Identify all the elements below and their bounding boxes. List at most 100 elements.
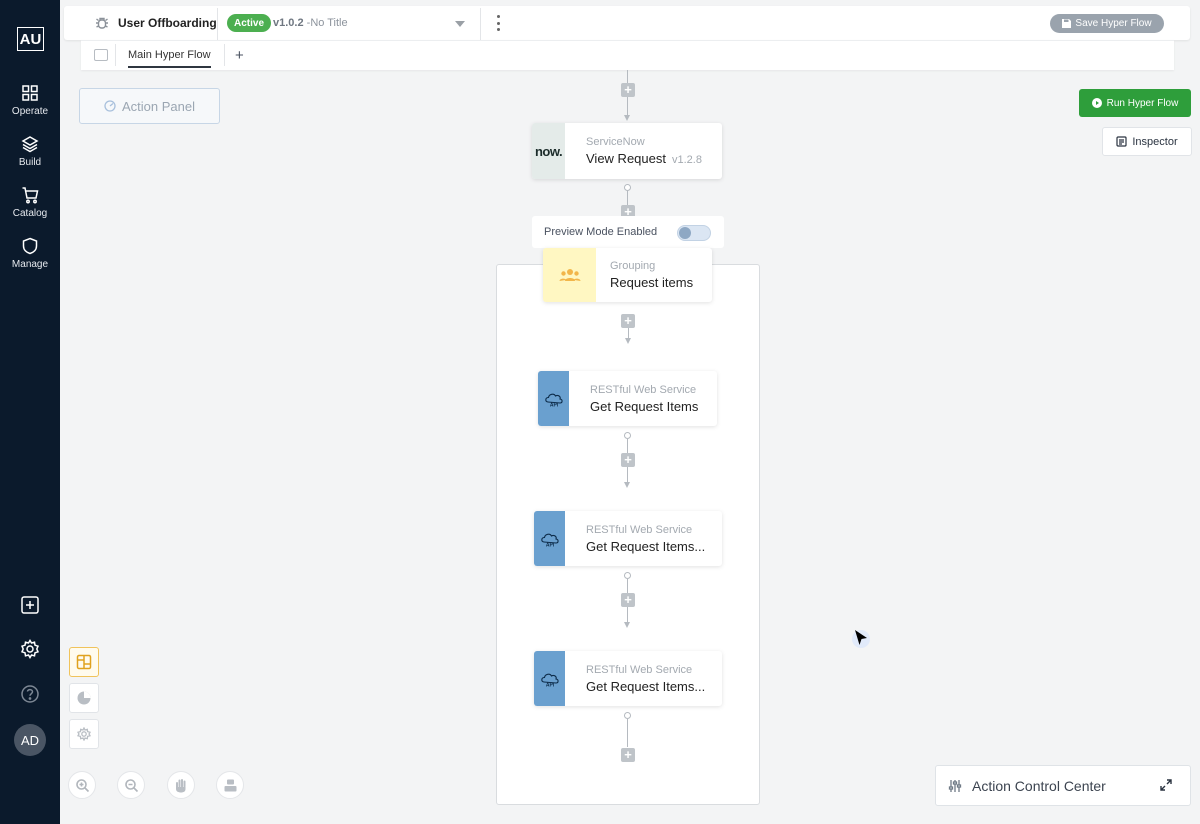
node-title: View Request v1.2.8 [586, 151, 702, 166]
help-icon[interactable] [19, 683, 41, 705]
divider [224, 44, 225, 66]
zoom-out-icon [124, 778, 138, 792]
sidebar-item-build[interactable]: Build [0, 135, 60, 179]
chevron-down-icon[interactable] [455, 21, 465, 27]
connector-line [627, 607, 628, 622]
layers-icon [21, 136, 39, 153]
connector-line [627, 719, 628, 747]
action-control-center-bar[interactable]: Action Control Center [935, 765, 1191, 806]
node-title: Get Request Items... [586, 678, 706, 694]
add-step-button[interactable]: + [621, 748, 635, 762]
zoom-out-button[interactable] [117, 771, 145, 799]
action-panel-label: Action Panel [122, 98, 195, 114]
connector-line [627, 467, 628, 482]
node-title: Get Request Items... [586, 538, 706, 554]
connector-line [627, 97, 628, 117]
flow-bug-icon [96, 17, 108, 29]
sidebar-item-catalog[interactable]: Catalog [0, 186, 60, 230]
app-logo[interactable]: AU [17, 27, 44, 51]
more-options-icon[interactable] [494, 15, 502, 31]
pan-hand-button[interactable] [167, 771, 195, 799]
node-servicenow-view-request[interactable]: now. ServiceNow View Request v1.2.8 [532, 123, 722, 179]
node-category: ServiceNow [586, 136, 645, 148]
connector-dot[interactable] [624, 572, 631, 579]
arrow-icon [625, 338, 631, 344]
node-category: RESTful Web Service [586, 523, 693, 536]
toggle-knob [679, 227, 691, 239]
node-rest-get-request-items-2[interactable]: API RESTful Web Service Get Request Item… [534, 511, 722, 566]
node-title: Get Request Items [590, 398, 699, 414]
connector-dot[interactable] [624, 712, 631, 719]
arrow-icon [624, 115, 630, 121]
connector-line [627, 439, 628, 453]
preview-mode-toggle[interactable] [677, 225, 711, 241]
run-hyper-flow-button[interactable]: Run Hyper Flow [1079, 89, 1191, 117]
servicenow-logo-icon: now. [532, 123, 565, 179]
connector-line [627, 579, 628, 593]
action-panel-button[interactable]: Action Panel [79, 88, 220, 124]
run-label: Run Hyper Flow [1106, 97, 1179, 109]
sidebar-item-label: Build [18, 157, 42, 168]
settings-gear-icon[interactable] [19, 638, 41, 660]
node-category: Grouping [610, 260, 656, 272]
group-people-icon [543, 248, 596, 302]
save-label: Save Hyper Flow [1075, 18, 1152, 29]
save-hyper-flow-button[interactable]: Save Hyper Flow [1050, 14, 1164, 33]
add-step-button[interactable]: + [621, 453, 635, 467]
gauge-icon [104, 100, 116, 112]
sidebar-item-operate[interactable]: Operate [0, 84, 60, 128]
node-category: RESTful Web Service [586, 663, 693, 676]
save-icon [1062, 19, 1072, 28]
add-step-button[interactable]: + [621, 593, 635, 607]
flow-name: User Offboarding [118, 16, 217, 30]
shield-icon [22, 237, 38, 255]
svg-text:API: API [545, 542, 554, 548]
sidebar-item-manage[interactable]: Manage [0, 237, 60, 281]
expand-icon[interactable] [1160, 779, 1172, 791]
canvas-settings-button[interactable] [69, 719, 99, 749]
sidebar-item-label: Operate [11, 106, 49, 117]
cart-icon [22, 187, 39, 204]
node-category: RESTful Web Service [590, 383, 697, 396]
connector-dot[interactable] [624, 184, 631, 191]
pie-icon [77, 691, 91, 705]
sliders-icon [948, 779, 962, 792]
layout-view-button[interactable] [69, 647, 99, 677]
gear-icon [77, 727, 91, 741]
tab-main-hyper-flow[interactable]: Main Hyper Flow [128, 49, 211, 68]
rest-api-icon: API [538, 371, 569, 426]
layout-icon [76, 654, 92, 670]
version-label: v1.0.2 -No Title [273, 17, 348, 29]
arrow-icon [624, 622, 630, 628]
sidebar-item-label: Catalog [12, 208, 48, 219]
tab-panel-icon[interactable] [94, 49, 108, 61]
node-rest-get-request-items-3[interactable]: API RESTful Web Service Get Request Item… [534, 651, 722, 706]
palette-button[interactable] [69, 683, 99, 713]
status-badge: Active [227, 14, 272, 32]
inspector-list-icon [1116, 136, 1127, 147]
rest-api-icon: API [534, 651, 565, 706]
grid-icon [22, 85, 38, 101]
sidebar-item-label: Manage [11, 259, 49, 270]
node-grouping-request-items[interactable]: Grouping Request items [543, 248, 712, 302]
fit-view-icon [224, 779, 236, 791]
rest-api-icon: API [534, 511, 565, 566]
node-rest-get-request-items-1[interactable]: API RESTful Web Service Get Request Item… [538, 371, 717, 426]
connector-line [627, 191, 628, 205]
play-circle-icon [1091, 98, 1102, 108]
zoom-in-icon [75, 778, 89, 792]
tab-bar [81, 40, 1174, 70]
connector-line [628, 328, 629, 338]
add-step-button[interactable]: + [621, 314, 635, 328]
add-step-button[interactable]: + [621, 83, 635, 97]
avatar[interactable]: AD [14, 724, 46, 756]
arrow-icon [624, 482, 630, 488]
fit-view-button[interactable] [216, 771, 244, 799]
add-tab-button[interactable]: + [235, 47, 244, 64]
node-title: Request items [610, 275, 694, 290]
svg-text:API: API [549, 402, 558, 408]
inspector-button[interactable]: Inspector [1102, 127, 1192, 156]
add-square-icon[interactable] [19, 594, 41, 616]
zoom-in-button[interactable] [68, 771, 96, 799]
connector-dot[interactable] [624, 432, 631, 439]
